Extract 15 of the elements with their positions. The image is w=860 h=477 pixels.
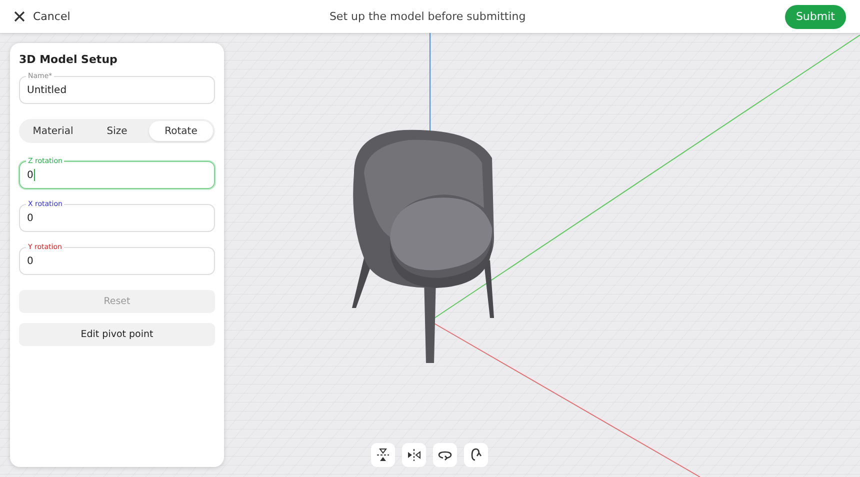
toolbar-button[interactable]	[464, 443, 488, 467]
tab[interactable]: Rotate	[149, 121, 213, 141]
edit-pivot-button[interactable]: Edit pivot point	[19, 323, 215, 346]
flip-vertical-icon	[376, 448, 390, 462]
page-title: Set up the model before submitting	[329, 10, 526, 23]
toolbar-button[interactable]	[433, 443, 457, 467]
close-icon	[14, 11, 25, 22]
panel-title: 3D Model Setup	[19, 53, 118, 66]
toolbar-button[interactable]	[402, 443, 426, 467]
rotate-vertical-icon	[469, 448, 483, 462]
tab[interactable]: Material	[21, 121, 85, 141]
cancel-button[interactable]: Cancel	[14, 10, 70, 23]
flip-horizontal-icon	[407, 448, 421, 462]
tab[interactable]: Size	[85, 121, 149, 141]
toolbar-button[interactable]	[371, 443, 395, 467]
